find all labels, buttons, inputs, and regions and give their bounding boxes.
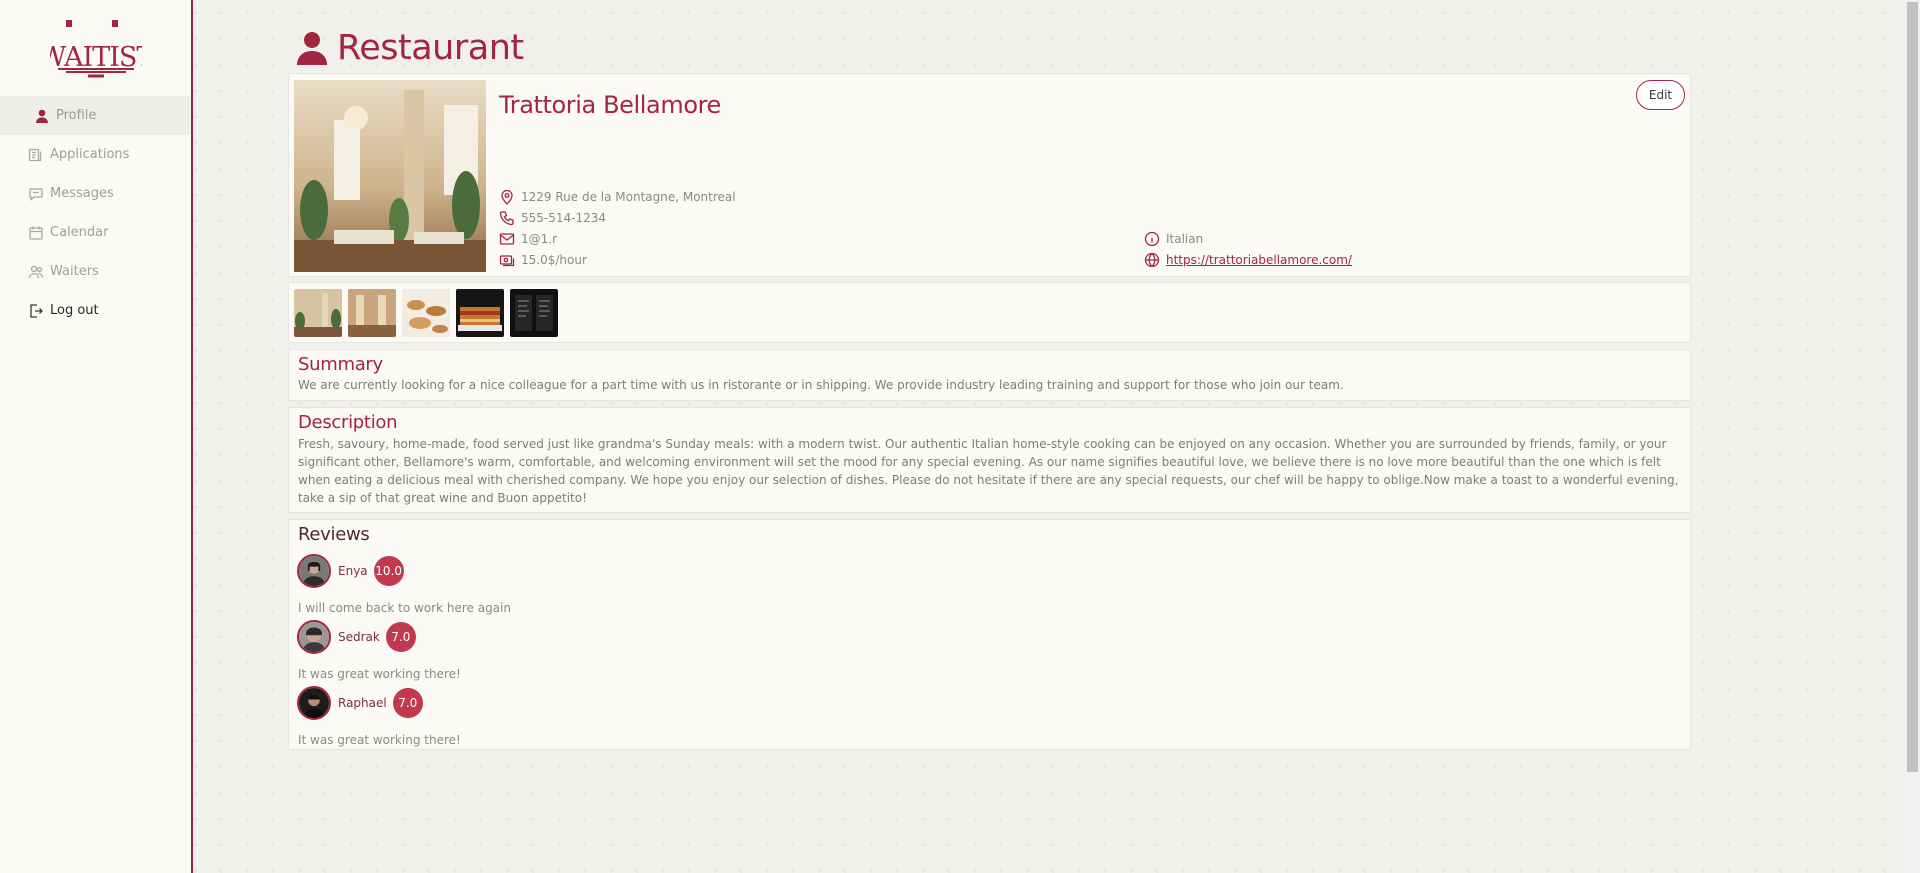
applications-icon bbox=[28, 147, 44, 163]
sidebar-item-applications[interactable]: Applications bbox=[0, 135, 191, 174]
sidebar: WAITIST Profile Applications Messages bbox=[0, 0, 193, 873]
reviewer-name[interactable]: Enya bbox=[338, 564, 368, 578]
restaurant-name: Trattoria Bellamore bbox=[499, 91, 721, 119]
review-header: Raphael 7.0 bbox=[297, 686, 423, 720]
mail-icon bbox=[499, 231, 515, 247]
restaurant-profile-card: Trattoria Bellamore Edit 1229 Rue de la … bbox=[288, 73, 1691, 277]
page-title-text: Restaurant bbox=[337, 28, 524, 68]
money-icon bbox=[499, 252, 515, 268]
user-icon bbox=[293, 29, 331, 67]
gallery-thumbnail[interactable] bbox=[456, 289, 504, 337]
phone-row: 555-514-1234 bbox=[499, 210, 606, 226]
rate-text: 15.0$/hour bbox=[521, 253, 587, 267]
avatar[interactable] bbox=[297, 620, 331, 654]
sidebar-nav: Profile Applications Messages Calendar W… bbox=[0, 96, 191, 330]
location-pin-icon bbox=[499, 189, 515, 205]
page-scrollbar[interactable] bbox=[1905, 0, 1920, 873]
sidebar-item-label: Waiters bbox=[50, 264, 99, 279]
cuisine-row: Italian bbox=[1144, 231, 1203, 247]
score-badge: 10.0 bbox=[373, 556, 404, 586]
description-title: Description bbox=[298, 412, 398, 433]
sidebar-item-waiters[interactable]: Waiters bbox=[0, 252, 191, 291]
reviews-title: Reviews bbox=[298, 524, 370, 545]
page-title: Restaurant bbox=[293, 28, 524, 68]
description-card: Description Fresh, savoury, home-made, f… bbox=[288, 407, 1691, 513]
gallery-thumbnail[interactable] bbox=[294, 289, 342, 337]
website-row: https://trattoriabellamore.com/ bbox=[1144, 252, 1352, 268]
review-header: Enya 10.0 bbox=[297, 554, 404, 588]
address-row: 1229 Rue de la Montagne, Montreal bbox=[499, 189, 736, 205]
phone-text: 555-514-1234 bbox=[521, 211, 607, 225]
sidebar-item-profile[interactable]: Profile bbox=[0, 96, 191, 135]
summary-card: Summary We are currently looking for a n… bbox=[288, 349, 1691, 401]
review-text: It was great working there! bbox=[298, 733, 461, 747]
calendar-icon bbox=[28, 225, 44, 241]
website-link[interactable]: https://trattoriabellamore.com/ bbox=[1166, 253, 1352, 267]
scrollbar-thumb[interactable] bbox=[1907, 2, 1918, 772]
globe-icon bbox=[1144, 252, 1160, 268]
rate-row: 15.0$/hour bbox=[499, 252, 587, 268]
sidebar-item-label: Profile bbox=[56, 108, 97, 123]
email-text: 1@1.r bbox=[521, 232, 558, 246]
avatar[interactable] bbox=[297, 686, 331, 720]
gallery-thumbnail[interactable] bbox=[402, 289, 450, 337]
edit-button[interactable]: Edit bbox=[1636, 80, 1685, 110]
waitist-logo[interactable]: WAITIST bbox=[50, 16, 142, 80]
summary-text: We are currently looking for a nice coll… bbox=[298, 378, 1344, 392]
reviewer-name[interactable]: Raphael bbox=[338, 696, 387, 710]
gallery-thumbnail[interactable] bbox=[510, 289, 558, 337]
sidebar-item-label: Messages bbox=[50, 186, 114, 201]
phone-icon bbox=[499, 210, 515, 226]
sidebar-item-label: Calendar bbox=[50, 225, 109, 240]
review-text: It was great working there! bbox=[298, 667, 461, 681]
photo-gallery bbox=[288, 282, 1691, 343]
summary-title: Summary bbox=[298, 354, 383, 375]
address-text: 1229 Rue de la Montagne, Montreal bbox=[521, 190, 736, 204]
score-badge: 7.0 bbox=[385, 622, 416, 652]
score-badge: 7.0 bbox=[392, 688, 423, 718]
users-icon bbox=[28, 264, 44, 280]
logout-icon bbox=[28, 303, 44, 319]
gallery-thumbnail[interactable] bbox=[348, 289, 396, 337]
user-icon bbox=[34, 108, 50, 124]
reviews-card: Reviews Enya 10.0 I will come back to wo… bbox=[288, 519, 1691, 750]
email-row: 1@1.r bbox=[499, 231, 557, 247]
review-header: Sedrak 7.0 bbox=[297, 620, 416, 654]
review-text: I will come back to work here again bbox=[298, 601, 511, 615]
avatar[interactable] bbox=[297, 554, 331, 588]
sidebar-item-messages[interactable]: Messages bbox=[0, 174, 191, 213]
sidebar-item-label: Log out bbox=[50, 303, 99, 318]
description-text: Fresh, savoury, home-made, food served j… bbox=[298, 437, 1679, 505]
sidebar-item-logout[interactable]: Log out bbox=[0, 291, 191, 330]
sidebar-item-label: Applications bbox=[50, 147, 130, 162]
cuisine-text: Italian bbox=[1166, 232, 1204, 246]
message-icon bbox=[28, 186, 44, 202]
sidebar-item-calendar[interactable]: Calendar bbox=[0, 213, 191, 252]
restaurant-cover-photo bbox=[294, 80, 486, 272]
reviewer-name[interactable]: Sedrak bbox=[338, 630, 380, 644]
info-icon bbox=[1144, 231, 1160, 247]
